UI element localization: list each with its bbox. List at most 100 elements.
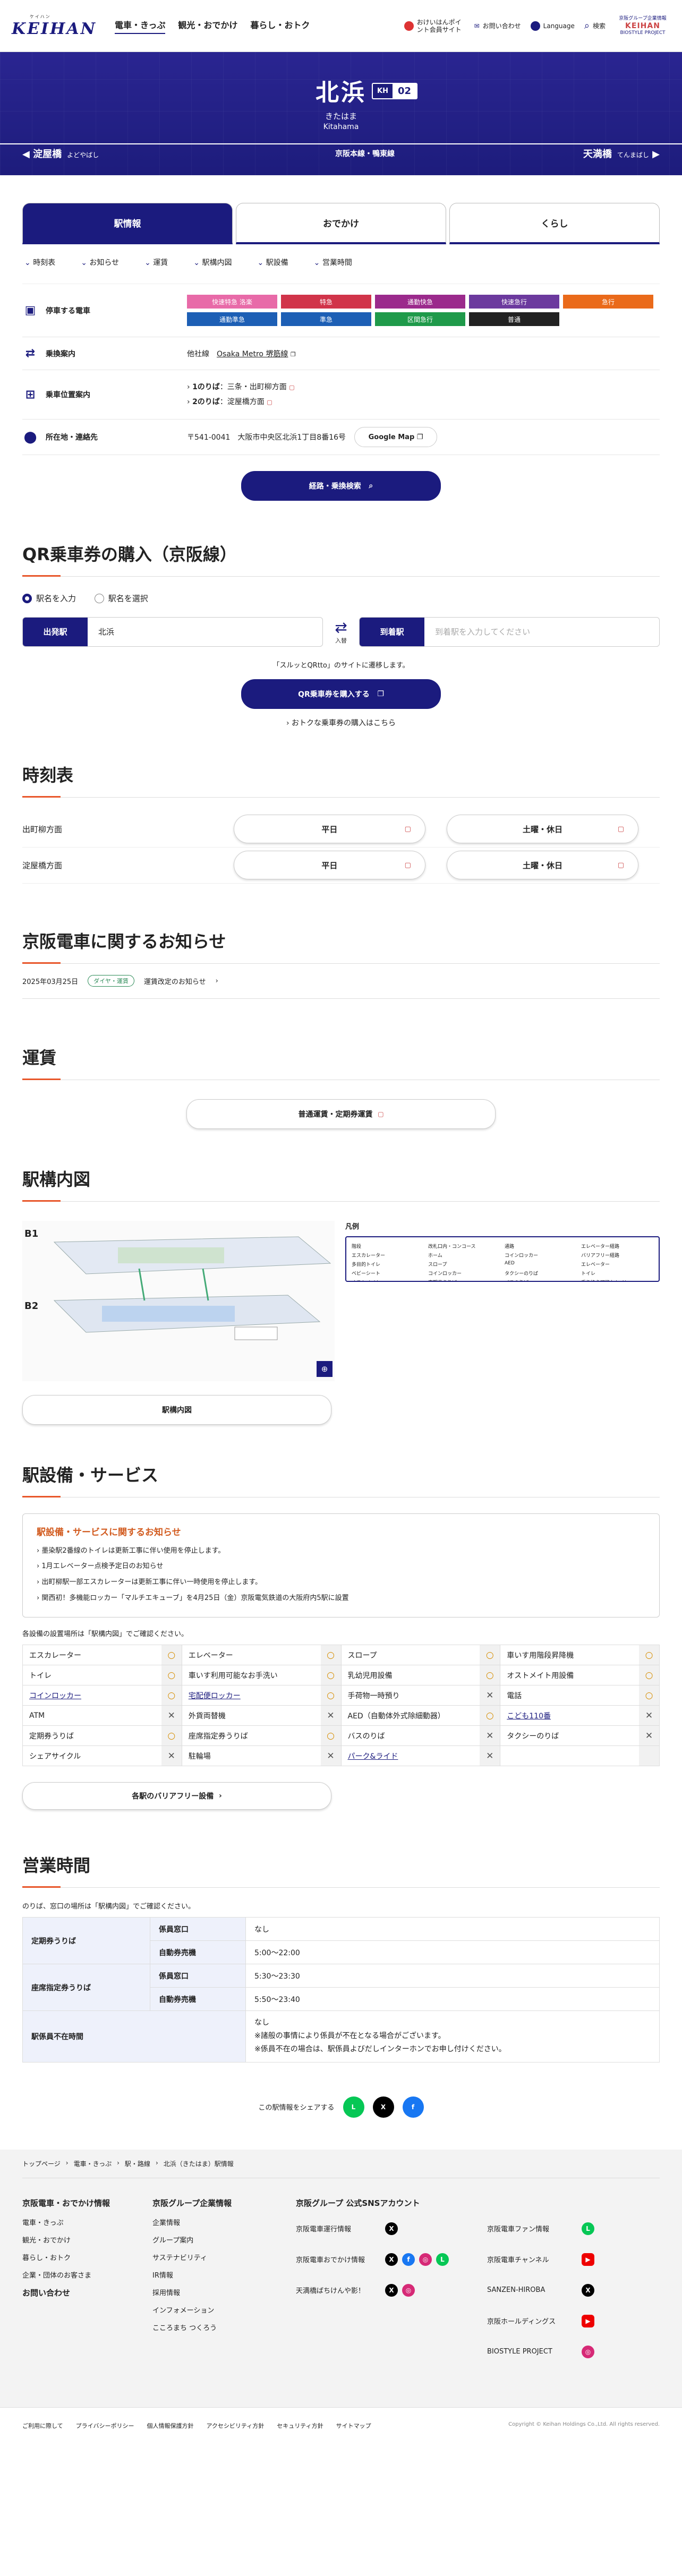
keihan-logo[interactable]: ケイハン KEIHAN [12,14,107,38]
timetable-holiday-button[interactable]: 土曜・休日 [446,815,638,843]
facebook-icon[interactable]: f [402,2253,415,2266]
instagram-icon[interactable]: ◎ [582,2345,594,2358]
swap-icon: ⇄ [335,619,347,636]
train-type-chip: 快速特急 洛楽 [187,295,277,309]
facility-cell: 車いす利用可能なお手洗い ○ [182,1665,342,1686]
facility-cell: バスのりば ✕ [341,1726,501,1747]
nav-trains[interactable]: 電車・きっぷ [115,18,166,34]
unavailable-icon: ✕ [161,1746,182,1766]
address: 〒541-0041 大阪市中央区北浜1丁目8番16号 [187,433,346,442]
zoom-icon[interactable]: ⊕ [317,1360,333,1377]
legend-item: タクシーのりば [505,1271,539,1277]
anchor-hours[interactable]: 営業時間 [314,257,352,268]
facility-table: エスカレーター ○ エレベーター ○ スロープ ○ 車いす用階段昇降機 ○ トイレ ○ 車いす利用可… [22,1645,660,1767]
facility-cell: タクシーのりば ✕ [500,1726,660,1747]
nav-outing[interactable]: 観光・おでかけ [178,18,237,34]
facility-notice-item[interactable]: › 1月エレベーター点検予定日のお知らせ [37,1559,645,1574]
hours-table: 定期券うりば 係員窓口 なし 自動券売機 5:00〜22:00 座席指定券うりば 係員窓… [22,1917,660,2062]
x-icon[interactable]: X [385,2283,398,2297]
notice-item[interactable]: 2025年03月25日 ダイヤ・運賃 運賃改定のお知らせ › [22,964,660,999]
logo-sub: ケイハン [30,14,51,19]
timetable-weekday-button[interactable]: 平日 [233,815,425,843]
line-icon[interactable]: L [343,2096,364,2118]
line-bar [0,143,682,144]
youtube-icon[interactable]: ▶ [582,2253,594,2266]
x-icon[interactable]: X [582,2283,594,2297]
anchor-facilities[interactable]: 駅設備 [257,257,288,268]
facility-notice-item[interactable]: › 墨染駅2番線のトイレは更新工事に伴い使用を停止します。 [37,1543,645,1559]
facility-cell: 外貨両替機 ✕ [182,1706,342,1726]
platform-1-link[interactable]: › 1のりば：三条・出町柳方面 ▢ [187,380,660,395]
x-icon[interactable]: X [385,2222,398,2235]
available-icon: ○ [161,1645,182,1665]
search-link[interactable]: ⌕ 検索 [584,20,606,31]
instagram-icon[interactable]: ◎ [419,2253,432,2266]
next-station[interactable]: 天満橋 てんまばし ▶ [583,147,660,160]
anchor-timetable[interactable]: 時刻表 [24,257,55,268]
language-link[interactable]: Language [530,21,575,31]
line-icon[interactable]: L [582,2222,594,2235]
facility-name[interactable]: こども110番 [500,1706,639,1725]
facility-cell: こども110番 ✕ [500,1706,660,1726]
facility-name[interactable]: パーク&ライド [342,1746,480,1766]
tab-outing[interactable]: おでかけ [236,203,446,244]
facility-notice-item[interactable]: › 出町柳駅一部エスカレーターは更新工事に伴い一時使用を停止します。 [37,1574,645,1590]
anchor-notice[interactable]: お知らせ [81,257,119,268]
swap-button[interactable]: ⇄ 入替 [323,619,359,645]
platform-2-link[interactable]: › 2のりば：淀屋橋方面 ▢ [187,395,660,409]
train-type-chip: 快速急行 [469,295,559,309]
anchor-map[interactable]: 駅構内図 [193,257,232,268]
tab-station-info[interactable]: 駅情報 [22,203,233,244]
facility-name[interactable]: 宅配便ロッカー [182,1685,321,1705]
points-icon [404,21,414,31]
station-name-block: 北浜 きたはま Kitahama [0,73,682,131]
fare-button[interactable]: 普通運賃・定期券運賃 ▢ [186,1099,496,1129]
transfer-line-link[interactable]: Osaka Metro 堺筋線 [217,350,288,358]
legend-item: ベビーシート [352,1271,380,1277]
facility-notice-item[interactable]: › 関西初！多機能ロッカー「マルチエキューブ」を4月25日（金）京阪電気鉄道の大… [37,1590,645,1606]
legend-item: エスカレーター [352,1253,386,1259]
discount-ticket-link[interactable]: › おトクな乗車券の購入はこちら [22,717,660,728]
facility-cell: 手荷物一時預り ✕ [341,1685,501,1706]
route-search-button[interactable]: 経路・乗換検索 ⌕ [241,471,441,501]
legend-item: 多目的トイレ [352,1262,381,1268]
legend-item: 通路 [505,1244,515,1250]
points-link[interactable]: おけいはんポイント会員サイト [404,19,465,34]
facility-name: エスカレーター [29,1651,81,1660]
prev-station[interactable]: ◀ 淀屋橋 よどやばし [22,147,99,160]
anchor-fare[interactable]: 運賃 [144,257,168,268]
unavailable-icon: ✕ [639,1706,659,1726]
instagram-icon[interactable]: ◎ [402,2283,415,2297]
x-icon[interactable]: X [372,2096,394,2118]
radio-input-name[interactable]: 駅名を入力 [22,593,76,604]
google-map-button[interactable]: Google Map ❐ [354,427,438,447]
nav-life[interactable]: 暮らし・おトク [250,18,310,34]
facility-cell: エレベーター ○ [182,1645,342,1666]
legend-item: コインロッカー [505,1253,539,1259]
youtube-icon[interactable]: ▶ [582,2314,594,2327]
facebook-icon[interactable]: f [402,2096,424,2118]
facility-cell: 座席指定券うりば ○ [182,1726,342,1747]
train-type-chip: 準急 [281,312,371,326]
radio-select-name[interactable]: 駅名を選択 [94,593,148,604]
barrier-free-button[interactable]: 各駅のバリアフリー設備 › [22,1782,331,1810]
x-icon[interactable]: X [385,2253,398,2266]
station-map-button[interactable]: 駅構内図 [22,1394,331,1425]
timetable-weekday-button[interactable]: 平日 [233,851,425,879]
buy-qr-button[interactable]: QR乗車券を購入する ❐ [241,679,441,709]
line-icon[interactable]: L [436,2253,449,2266]
arrival-field[interactable]: 到着駅 到着駅を入力してください [359,617,660,647]
group-link[interactable]: 京阪グループ企業情報 KEIHAN BIOSTYLE PROJECT [615,16,670,36]
available-icon: ○ [320,1665,341,1685]
facility-name[interactable]: コインロッカー [23,1685,161,1705]
legend-item: バリアフリー経路 [581,1253,620,1259]
notice-section: 京阪電車に関するお知らせ 2025年03月25日 ダイヤ・運賃 運賃改定のお知ら… [22,928,660,999]
station-map-image[interactable]: B1 B2 ⊕ [22,1220,335,1381]
contact-link[interactable]: ✉ お問い合わせ [474,21,521,30]
available-icon: ○ [480,1665,500,1685]
tab-life[interactable]: くらし [449,203,660,244]
train-type-chip: 区間急行 [375,312,465,326]
empty-mark [639,1746,659,1766]
timetable-holiday-button[interactable]: 土曜・休日 [446,851,638,879]
departure-field[interactable]: 出発駅 北浜 [22,617,323,647]
